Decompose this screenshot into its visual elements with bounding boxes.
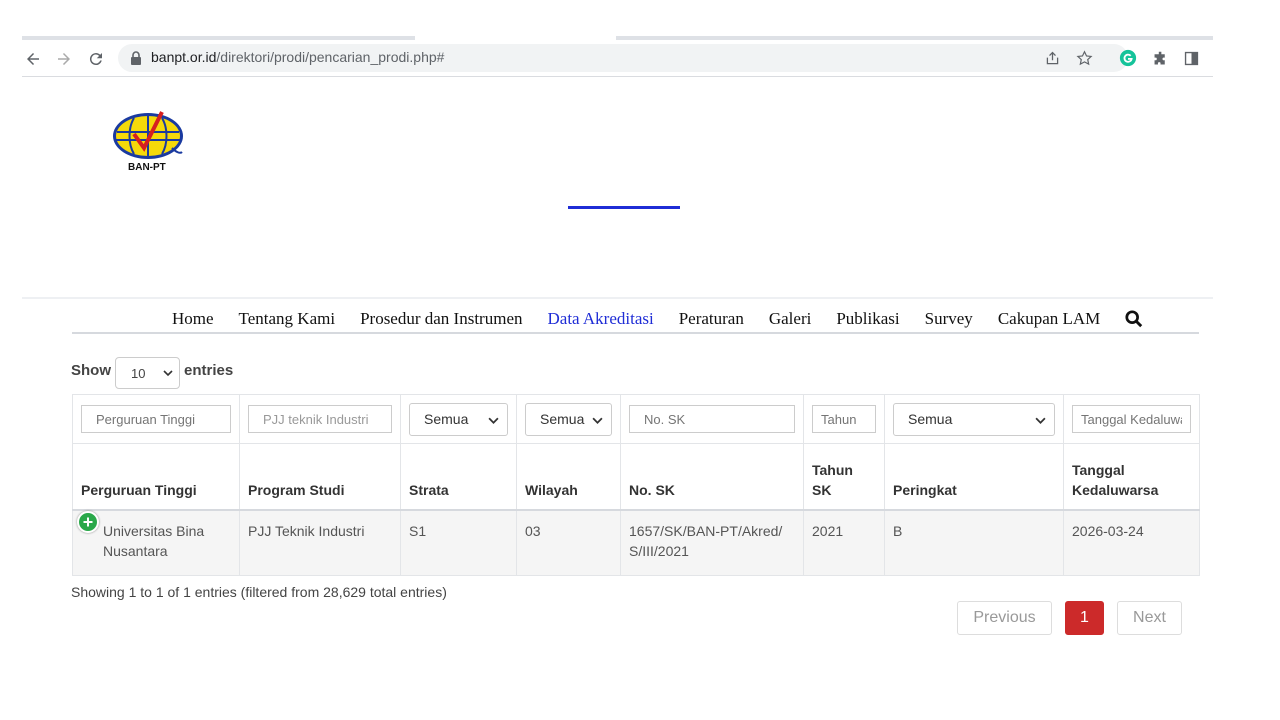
arrow-right-icon xyxy=(58,53,70,65)
grammarly-icon[interactable] xyxy=(1118,48,1138,68)
table-row[interactable]: Universitas Bina Nusantara PJJ Teknik In… xyxy=(72,509,1200,576)
previous-page-button[interactable]: Previous xyxy=(957,601,1052,635)
star-icon[interactable] xyxy=(1074,48,1094,68)
share-icon[interactable] xyxy=(1042,48,1062,68)
nav-peraturan[interactable]: Peraturan xyxy=(679,309,744,329)
filter-program-studi[interactable] xyxy=(248,405,392,433)
next-page-button[interactable]: Next xyxy=(1117,601,1182,635)
back-button[interactable] xyxy=(22,48,44,70)
svg-text:BAN-PT: BAN-PT xyxy=(128,162,166,172)
show-label: Show xyxy=(71,362,111,379)
cell-no-sk: 1657/SK/BAN-PT/Akred/S/III/2021 xyxy=(620,509,804,576)
akreditasi-table: Semua Semua Semua Perguruan Tinggi Progr… xyxy=(72,394,1200,576)
col-program-studi[interactable]: Program Studi xyxy=(239,443,401,511)
nav-galeri[interactable]: Galeri xyxy=(769,309,811,329)
filter-row: Semua Semua Semua xyxy=(72,394,1200,444)
nav-tentang-kami[interactable]: Tentang Kami xyxy=(239,309,336,329)
col-perguruan-tinggi[interactable]: Perguruan Tinggi xyxy=(72,443,240,511)
filter-tanggal-kedaluwarsa[interactable] xyxy=(1072,405,1191,433)
cell-peringkat: B xyxy=(884,509,1064,576)
cell-wilayah: 03 xyxy=(516,509,621,576)
arrow-left-icon xyxy=(27,53,39,65)
url-text: banpt.or.id/direktori/prodi/pencarian_pr… xyxy=(151,49,445,65)
nav-cakupan-lam[interactable]: Cakupan LAM xyxy=(998,309,1100,329)
header-divider xyxy=(22,297,1213,299)
forward-button[interactable] xyxy=(53,48,75,70)
search-icon[interactable] xyxy=(1125,310,1143,328)
lock-icon xyxy=(131,51,141,65)
chevron-down-icon xyxy=(163,370,173,377)
col-strata[interactable]: Strata xyxy=(400,443,517,511)
ban-pt-logo[interactable]: BAN-PT xyxy=(112,110,186,173)
col-peringkat[interactable]: Peringkat xyxy=(884,443,1064,511)
header-accent-bar xyxy=(568,206,680,209)
browser-toolbar: banpt.or.id/direktori/prodi/pencarian_pr… xyxy=(22,40,1213,77)
col-wilayah[interactable]: Wilayah xyxy=(516,443,621,511)
page-1-button[interactable]: 1 xyxy=(1065,601,1104,635)
extensions-icon[interactable] xyxy=(1150,48,1170,68)
col-no-sk[interactable]: No. SK xyxy=(620,443,804,511)
chevron-down-icon xyxy=(592,417,603,424)
cell-program-studi: PJJ Teknik Industri xyxy=(239,509,401,576)
cell-strata: S1 xyxy=(400,509,517,576)
reload-icon xyxy=(89,53,102,66)
address-bar[interactable]: banpt.or.id/direktori/prodi/pencarian_pr… xyxy=(118,44,1128,72)
main-navigation: Home Tentang Kami Prosedur dan Instrumen… xyxy=(172,306,1143,332)
nav-publikasi[interactable]: Publikasi xyxy=(836,309,899,329)
cell-tanggal-kedaluwarsa: 2026-03-24 xyxy=(1063,509,1200,576)
header-row: Perguruan Tinggi Program Studi Strata Wi… xyxy=(72,443,1200,511)
filter-strata-select[interactable]: Semua xyxy=(409,402,508,436)
chevron-down-icon xyxy=(1035,417,1046,424)
expand-row-icon[interactable] xyxy=(77,511,99,533)
filter-perguruan-tinggi[interactable] xyxy=(81,405,231,433)
nav-divider xyxy=(72,332,1199,334)
table-info: Showing 1 to 1 of 1 entries (filtered fr… xyxy=(71,584,447,600)
col-tahun-sk[interactable]: Tahun SK xyxy=(803,443,885,511)
nav-data-akreditasi[interactable]: Data Akreditasi xyxy=(548,309,654,329)
filter-no-sk[interactable] xyxy=(629,405,795,433)
reload-button[interactable] xyxy=(85,48,107,70)
filter-peringkat-select[interactable]: Semua xyxy=(893,402,1055,436)
nav-prosedur-instrumen[interactable]: Prosedur dan Instrumen xyxy=(360,309,522,329)
nav-home[interactable]: Home xyxy=(172,309,214,329)
filter-wilayah-select[interactable]: Semua xyxy=(525,402,612,436)
nav-survey[interactable]: Survey xyxy=(925,309,973,329)
side-panel-icon[interactable] xyxy=(1181,48,1201,68)
entries-length-select[interactable]: 10 xyxy=(115,357,180,389)
chevron-down-icon xyxy=(488,417,499,424)
filter-tahun[interactable] xyxy=(812,405,876,433)
cell-tahun-sk: 2021 xyxy=(803,509,885,576)
entries-label: entries xyxy=(184,362,234,379)
col-tanggal-kedaluwarsa[interactable]: Tanggal Kedaluwarsa xyxy=(1063,443,1200,511)
